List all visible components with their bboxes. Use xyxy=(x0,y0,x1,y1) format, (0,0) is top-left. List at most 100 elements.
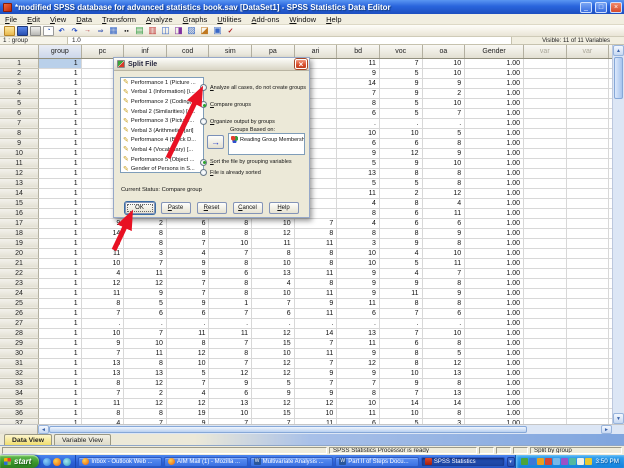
tab-variable-view[interactable]: Variable View xyxy=(54,434,111,445)
cell[interactable] xyxy=(609,328,612,338)
cell[interactable]: 11 xyxy=(379,288,422,298)
weight-cases-icon[interactable] xyxy=(173,26,184,36)
cell[interactable] xyxy=(609,138,612,148)
paste-button[interactable]: Paste xyxy=(161,202,191,214)
row-header[interactable]: 16 xyxy=(0,208,39,218)
tray-icon[interactable] xyxy=(521,458,528,465)
reset-button[interactable]: Reset xyxy=(197,202,227,214)
cell[interactable]: 10 xyxy=(252,258,295,268)
cell[interactable]: 7 xyxy=(209,358,252,368)
cell[interactable] xyxy=(523,158,566,168)
cell[interactable] xyxy=(566,78,609,88)
cell[interactable] xyxy=(523,78,566,88)
cell[interactable]: 10 xyxy=(422,98,465,108)
cell[interactable]: 1.00 xyxy=(465,258,524,268)
cell[interactable]: 9 xyxy=(337,148,380,158)
insert-variable-icon[interactable] xyxy=(147,26,158,36)
cell[interactable]: 9 xyxy=(379,88,422,98)
cell[interactable]: 5 xyxy=(379,418,422,424)
cell[interactable]: 1 xyxy=(39,158,82,168)
cell[interactable]: 1 xyxy=(39,208,82,218)
cell[interactable]: 1 xyxy=(39,198,82,208)
cell[interactable]: 8 xyxy=(124,238,167,248)
ie-icon[interactable] xyxy=(43,458,51,466)
row-header[interactable]: 29 xyxy=(0,338,39,348)
col-header-var[interactable]: var xyxy=(609,45,612,58)
row-header[interactable]: 15 xyxy=(0,198,39,208)
cell[interactable]: . xyxy=(209,318,252,328)
row-header[interactable]: 36 xyxy=(0,408,39,418)
tray-icon[interactable] xyxy=(553,458,560,465)
cell[interactable]: 9 xyxy=(166,268,209,278)
cell[interactable] xyxy=(523,388,566,398)
cell[interactable] xyxy=(609,278,612,288)
cell[interactable]: 1.00 xyxy=(465,128,524,138)
cell[interactable]: 1 xyxy=(39,248,82,258)
cell[interactable]: 1.00 xyxy=(465,178,524,188)
cell[interactable]: 8 xyxy=(81,378,124,388)
firefox-icon[interactable] xyxy=(53,458,61,466)
cell[interactable] xyxy=(566,128,609,138)
cell[interactable]: 13 xyxy=(422,388,465,398)
col-header-group[interactable]: group xyxy=(39,45,82,58)
cell[interactable]: 7 xyxy=(209,338,252,348)
row-header[interactable]: 23 xyxy=(0,278,39,288)
cell[interactable]: 1.00 xyxy=(465,288,524,298)
cell[interactable]: 8 xyxy=(379,358,422,368)
row-header[interactable]: 20 xyxy=(0,248,39,258)
cell[interactable]: 9 xyxy=(81,338,124,348)
cell[interactable]: 1 xyxy=(39,228,82,238)
row-header[interactable]: 7 xyxy=(0,118,39,128)
grid-corner[interactable] xyxy=(0,45,39,58)
cell[interactable]: 1 xyxy=(39,68,82,78)
cell[interactable] xyxy=(566,108,609,118)
cell[interactable] xyxy=(523,88,566,98)
cell[interactable]: 7 xyxy=(337,88,380,98)
cell[interactable] xyxy=(566,188,609,198)
cell[interactable]: 10 xyxy=(337,398,380,408)
cell[interactable]: 1 xyxy=(39,418,82,424)
row-header[interactable]: 17 xyxy=(0,218,39,228)
cell[interactable] xyxy=(566,258,609,268)
cell[interactable] xyxy=(609,158,612,168)
cell[interactable]: 9 xyxy=(81,218,124,228)
cell[interactable] xyxy=(566,238,609,248)
cell[interactable]: 7 xyxy=(379,308,422,318)
row-header[interactable]: 5 xyxy=(0,98,39,108)
tray-icon[interactable] xyxy=(537,458,544,465)
cell[interactable]: 1 xyxy=(39,388,82,398)
cell[interactable]: 7 xyxy=(422,108,465,118)
cell[interactable] xyxy=(566,358,609,368)
cell[interactable]: 1 xyxy=(39,138,82,148)
cell[interactable]: 1 xyxy=(39,88,82,98)
cell[interactable]: 12 xyxy=(124,378,167,388)
cell[interactable]: 14 xyxy=(379,398,422,408)
cell[interactable]: 1 xyxy=(39,218,82,228)
cell[interactable]: 1.00 xyxy=(465,208,524,218)
row-header[interactable]: 30 xyxy=(0,348,39,358)
cell[interactable]: 9 xyxy=(379,158,422,168)
find-icon[interactable] xyxy=(121,26,132,36)
row-header[interactable]: 9 xyxy=(0,138,39,148)
cell[interactable] xyxy=(609,298,612,308)
help-button[interactable]: Help xyxy=(269,202,299,214)
vertical-scroll-thumb[interactable] xyxy=(614,57,623,99)
cell[interactable] xyxy=(609,248,612,258)
cell[interactable]: 5 xyxy=(379,68,422,78)
list-item[interactable]: ✎Performance 1 (Picture ... xyxy=(121,78,203,88)
cell[interactable]: 12 xyxy=(81,278,124,288)
cell[interactable]: 11 xyxy=(337,338,380,348)
recall-dialogs-icon[interactable] xyxy=(43,26,54,36)
cell[interactable] xyxy=(523,58,566,68)
cell[interactable] xyxy=(566,298,609,308)
cell[interactable]: 9 xyxy=(124,288,167,298)
cell[interactable] xyxy=(566,148,609,158)
cell[interactable]: 10 xyxy=(422,158,465,168)
scroll-down-icon[interactable]: ▼ xyxy=(613,413,624,424)
cell[interactable]: 14 xyxy=(294,328,337,338)
cell[interactable]: 1.00 xyxy=(465,78,524,88)
tray-icon[interactable] xyxy=(561,458,568,465)
cell[interactable]: 1.00 xyxy=(465,338,524,348)
list-item[interactable]: ✎Performance 3 (Picture... xyxy=(121,116,203,126)
menu-file[interactable]: File xyxy=(0,15,22,24)
